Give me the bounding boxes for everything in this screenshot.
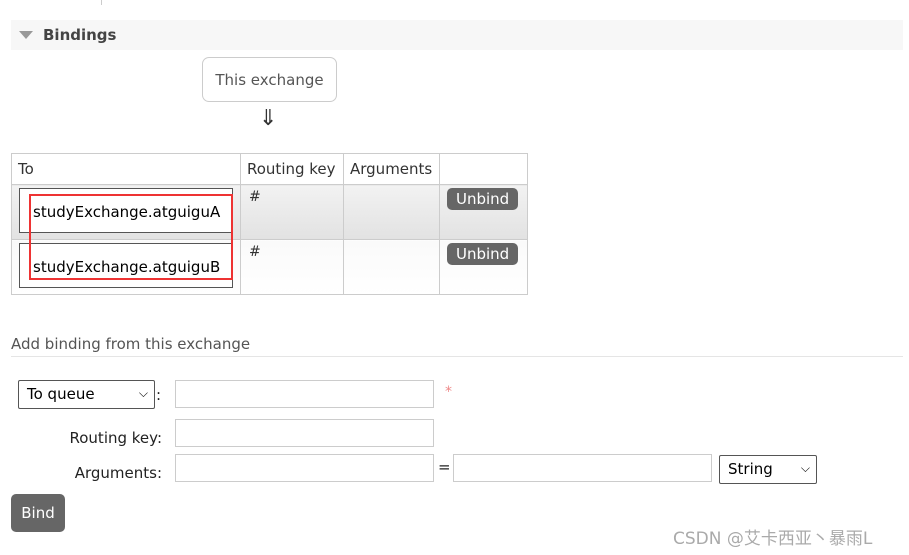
bindings-section-header[interactable]: Bindings: [11, 20, 903, 50]
header-routing-key: Routing key: [240, 153, 344, 185]
arguments-cell: [343, 184, 440, 240]
argument-key-input[interactable]: [175, 454, 434, 482]
add-binding-title: Add binding from this exchange: [11, 335, 251, 353]
watermark: CSDN @艾卡西亚丶暴雨L: [673, 529, 873, 549]
highlight-annotation: [29, 194, 233, 280]
unbind-button[interactable]: Unbind: [447, 243, 519, 265]
table-header: To Routing key Arguments: [11, 153, 528, 185]
chevron-down-icon: ⌵: [138, 386, 148, 400]
this-exchange-box: This exchange: [202, 57, 337, 102]
header-arguments: Arguments: [343, 153, 440, 185]
select-value: To queue: [27, 385, 95, 403]
routing-key-cell: #: [240, 239, 344, 295]
unbind-button[interactable]: Unbind: [447, 188, 519, 210]
routing-key-cell: #: [240, 184, 344, 240]
header-actions: [439, 153, 528, 185]
required-mark: *: [445, 384, 452, 400]
down-arrow-icon: ⇓: [259, 106, 278, 131]
chevron-down-icon: ⌵: [800, 461, 810, 475]
argument-type-select[interactable]: String ⌵: [719, 455, 817, 484]
arguments-label: Arguments:: [74, 464, 162, 482]
divider: [11, 356, 903, 357]
section-title: Bindings: [43, 26, 117, 44]
routing-key-input[interactable]: [175, 419, 434, 447]
divider: [101, 0, 102, 5]
select-value: String: [728, 460, 773, 478]
argument-value-input[interactable]: [453, 454, 712, 482]
routing-key-label: Routing key:: [69, 429, 163, 447]
arguments-cell: [343, 239, 440, 295]
header-to: To: [11, 153, 241, 185]
colon: :: [156, 386, 162, 404]
equals-sign: =: [438, 458, 451, 476]
triangle-down-icon: [19, 31, 33, 39]
bind-button[interactable]: Bind: [11, 494, 65, 532]
destination-type-select[interactable]: To queue ⌵: [18, 380, 155, 409]
destination-input[interactable]: [175, 380, 434, 408]
